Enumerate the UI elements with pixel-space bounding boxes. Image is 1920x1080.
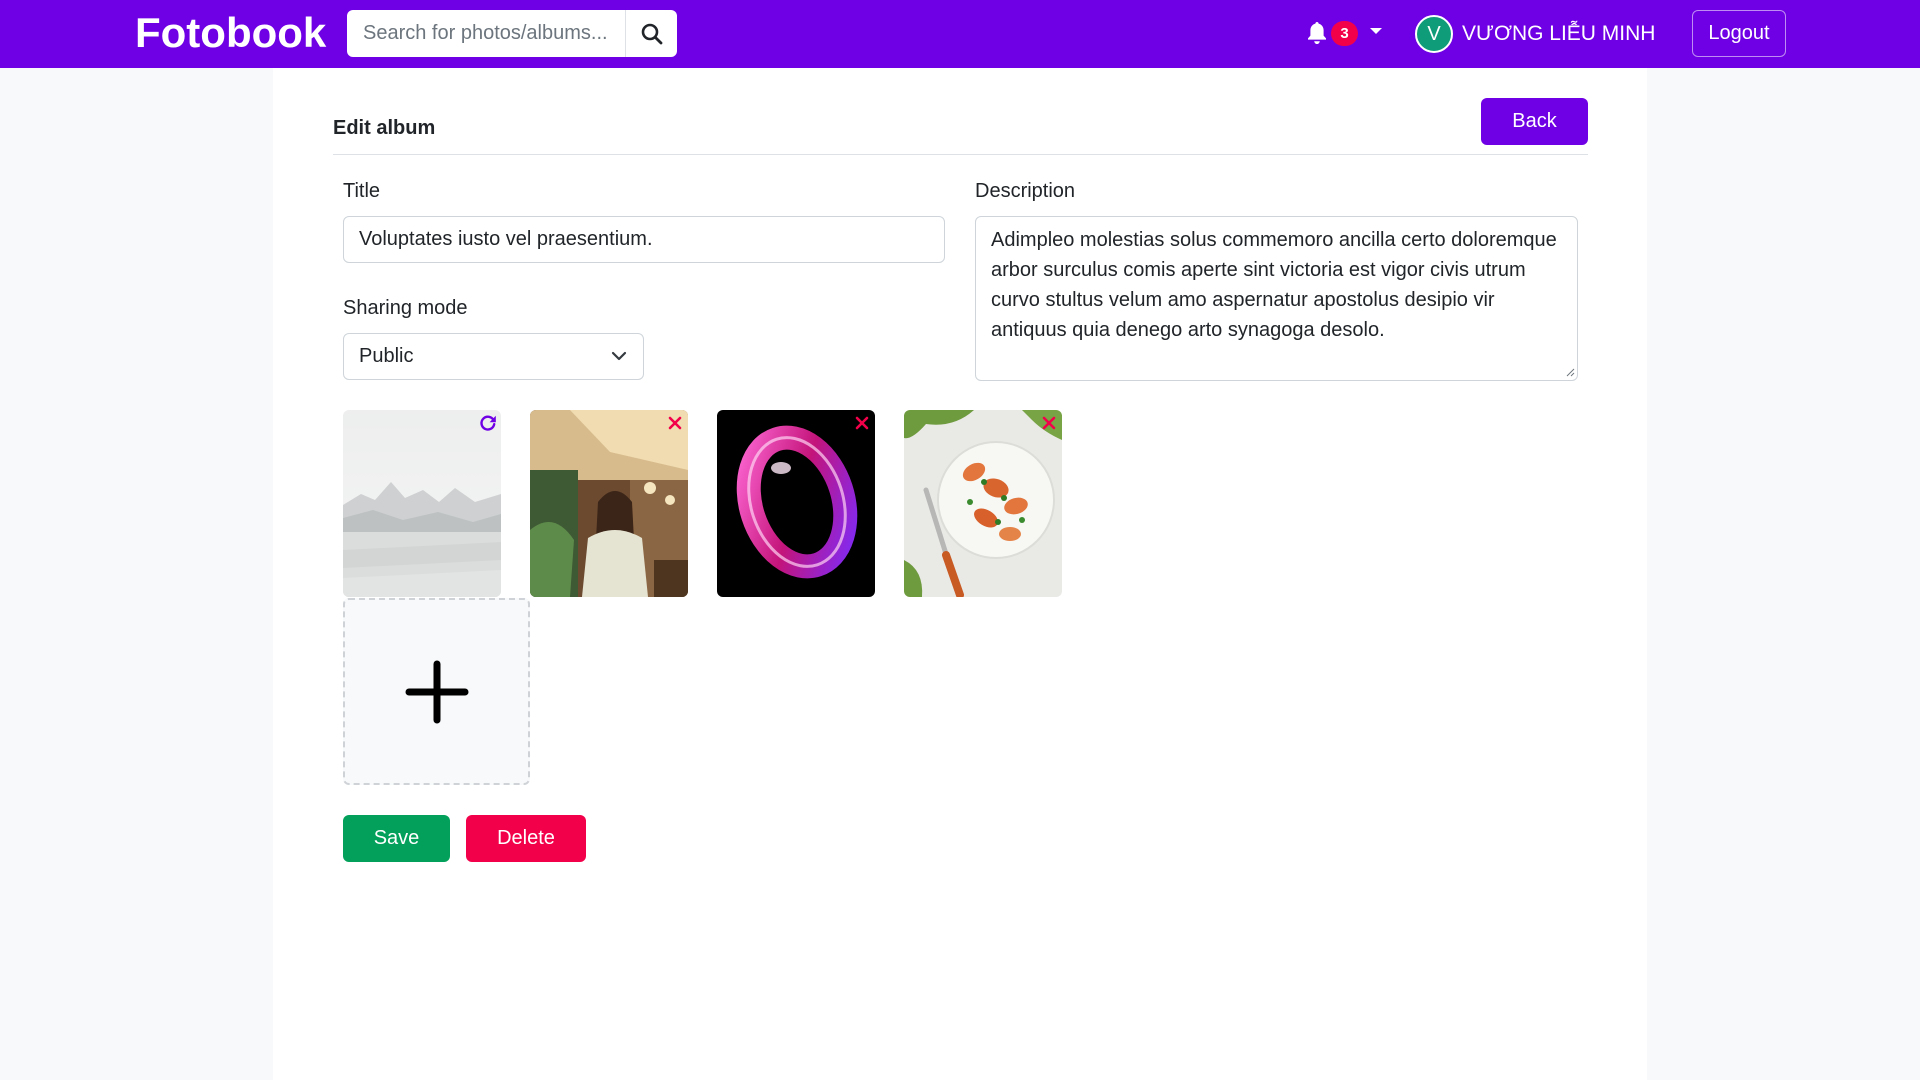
- abstract-ring-image: [717, 410, 875, 597]
- avatar[interactable]: V: [1415, 15, 1453, 53]
- search-input[interactable]: [347, 10, 627, 57]
- close-icon: [855, 416, 869, 430]
- description-label: Description: [975, 180, 1076, 202]
- user-name-link[interactable]: VƯƠNG LIỄU MINH: [1462, 20, 1655, 48]
- restore-icon: [480, 415, 496, 431]
- remove-photo-button[interactable]: [851, 412, 873, 434]
- chevron-down-icon[interactable]: [1370, 28, 1382, 34]
- close-icon: [668, 416, 682, 430]
- delete-button[interactable]: Delete: [466, 815, 586, 862]
- close-icon: [1042, 416, 1056, 430]
- notification-badge: 3: [1331, 21, 1358, 46]
- photo-thumbnail[interactable]: [904, 410, 1062, 597]
- chevron-down-icon: [611, 351, 627, 361]
- search-button[interactable]: [625, 10, 677, 57]
- photo-thumbnail[interactable]: [530, 410, 688, 597]
- title-label: Title: [343, 180, 381, 202]
- sharing-mode-select[interactable]: Public: [343, 333, 644, 380]
- edit-album-card: Edit album Back Title Sharing mode Publi…: [273, 68, 1647, 1080]
- mountain-lake-image: [343, 410, 501, 597]
- remove-photo-button[interactable]: [664, 412, 686, 434]
- navbar: Fotobook 3 V VƯƠNG LIỄU MINH Logout: [0, 0, 1920, 68]
- bell-icon[interactable]: [1306, 21, 1328, 45]
- photo-thumbnail[interactable]: [717, 410, 875, 597]
- photo-thumbnail[interactable]: [343, 410, 501, 597]
- search-icon: [641, 23, 662, 44]
- save-button[interactable]: Save: [343, 815, 450, 862]
- back-button[interactable]: Back: [1481, 98, 1588, 145]
- remove-photo-button[interactable]: [1038, 412, 1060, 434]
- plus-icon: [405, 660, 468, 723]
- sharing-mode-value: Public: [359, 345, 414, 367]
- logout-button[interactable]: Logout: [1692, 10, 1786, 57]
- description-textarea[interactable]: Adimpleo molestias solus commemoro ancil…: [975, 216, 1578, 381]
- cafe-woman-image: [530, 410, 688, 597]
- brand-logo[interactable]: Fotobook: [135, 8, 326, 58]
- search-bar: [347, 10, 677, 57]
- add-photo-button[interactable]: [343, 598, 530, 785]
- page-title: Edit album: [333, 117, 436, 139]
- restore-photo-button[interactable]: [477, 412, 499, 434]
- sharing-mode-label: Sharing mode: [343, 297, 468, 319]
- food-plate-image: [904, 410, 1062, 597]
- resize-handle-icon[interactable]: [1565, 367, 1575, 377]
- divider: [333, 154, 1588, 155]
- title-input[interactable]: [343, 216, 945, 263]
